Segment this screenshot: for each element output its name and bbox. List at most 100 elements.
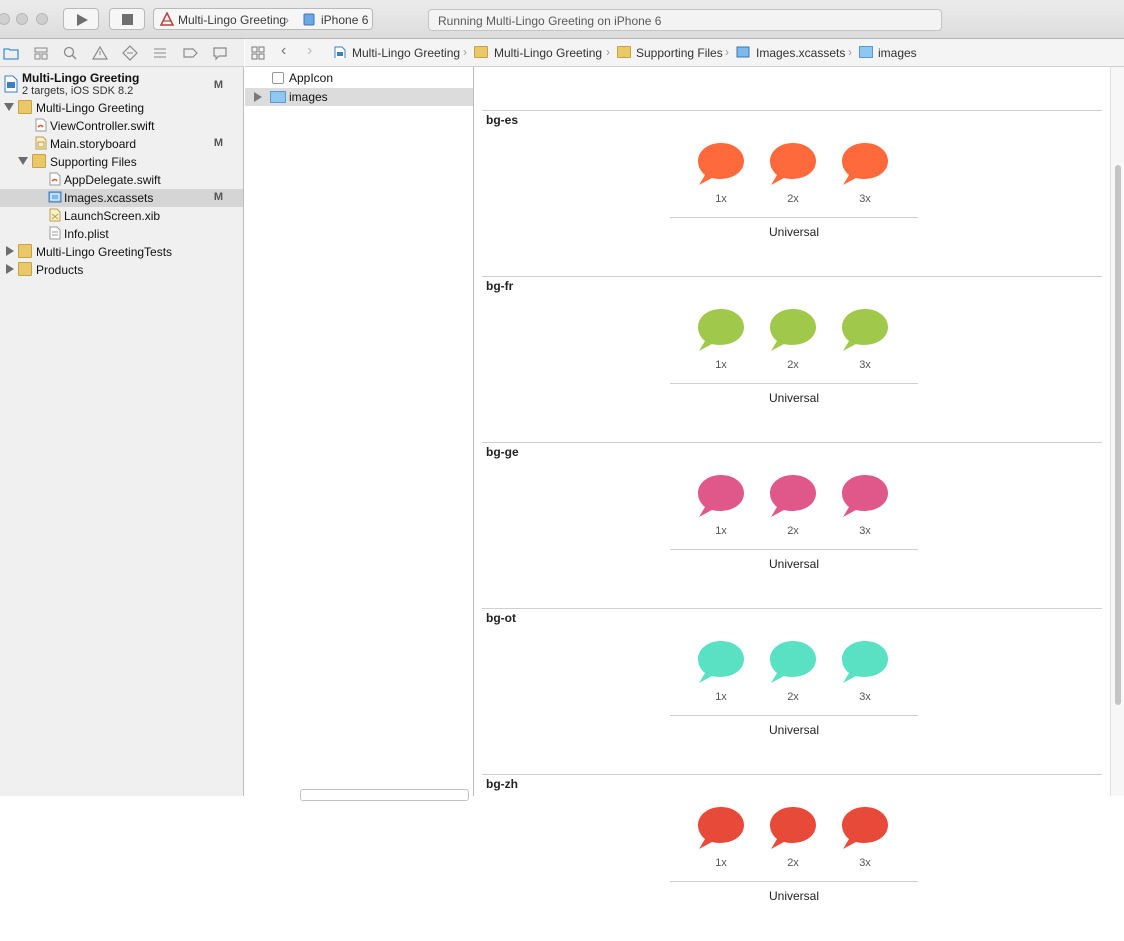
project-file-icon (4, 75, 18, 93)
run-button[interactable] (63, 8, 99, 30)
xib-file-icon (49, 208, 61, 222)
nav-item-main-storyboard[interactable]: Main.storyboard M (0, 135, 243, 153)
asset-item-appicon[interactable]: AppIcon (245, 69, 473, 87)
asset-item-images-folder[interactable]: images (245, 88, 473, 106)
folder-icon (32, 154, 46, 168)
nav-item-label: ViewController.swift (50, 119, 155, 133)
activity-viewer: Running Multi-Lingo Greeting on iPhone 6 (428, 9, 942, 31)
project-subtitle: 2 targets, iOS SDK 8.2 (22, 85, 134, 97)
test-diamond-icon[interactable] (122, 45, 138, 61)
folder-icon (18, 100, 32, 114)
nav-item-group-multi-lingo-greetingtests[interactable]: Multi-Lingo GreetingTests (0, 243, 243, 261)
breadcrumb-images[interactable]: images (878, 46, 917, 60)
filter-field[interactable] (300, 789, 469, 801)
idiom-divider (670, 881, 918, 882)
image-set-bg-ge[interactable]: bg-ge 1x 2x 3x Universal (482, 442, 1102, 609)
breakpoint-icon[interactable] (182, 45, 198, 61)
editor-scrollbar[interactable] (1110, 67, 1124, 796)
speech-bubble-icon (698, 309, 744, 351)
disclosure-closed-icon[interactable] (6, 246, 14, 256)
close-window-button[interactable] (0, 13, 10, 25)
speech-bubble-icon (842, 641, 888, 683)
symbol-navigator-icon[interactable] (33, 45, 49, 61)
scheme-selector[interactable]: Multi-Lingo Greeting › iPhone 6 (153, 8, 373, 30)
speech-bubble-icon (842, 475, 888, 517)
nav-item-images-xcassets[interactable]: Images.xcassets M (0, 189, 243, 207)
scale-label: 3x (859, 193, 871, 205)
folder-icon (18, 244, 32, 258)
disclosure-open-icon[interactable] (18, 157, 28, 165)
nav-item-info-plist[interactable]: Info.plist (0, 225, 243, 243)
forward-arrow-icon[interactable]: › (307, 42, 312, 60)
idiom-divider (670, 217, 918, 218)
asset-catalog-icon (736, 46, 750, 58)
disclosure-closed-icon[interactable] (6, 264, 14, 274)
disclosure-closed-icon[interactable] (254, 92, 262, 102)
project-title: Multi-Lingo Greeting (22, 71, 140, 85)
project-root-item[interactable]: Multi-Lingo Greeting 2 targets, iOS SDK … (0, 71, 243, 99)
idiom-label: Universal (768, 723, 819, 737)
scale-label: 2x (787, 525, 799, 537)
scale-label: 3x (859, 525, 871, 537)
breadcrumb-project[interactable]: Multi-Lingo Greeting (352, 46, 460, 60)
scale-label: 3x (859, 359, 871, 371)
chevron-right-icon: › (848, 45, 852, 59)
nav-item-label: Multi-Lingo GreetingTests (36, 245, 173, 259)
idiom-divider (670, 383, 918, 384)
folder-icon[interactable] (3, 45, 19, 61)
image-set-bg-es[interactable]: bg-es 1x 2x 3x Universal (482, 110, 1102, 277)
nav-item-viewcontroller-swift[interactable]: ViewController.swift (0, 117, 243, 135)
nav-item-launchscreen-xib[interactable]: LaunchScreen.xib (0, 207, 243, 225)
warning-icon[interactable] (92, 45, 108, 61)
related-items-grid-icon[interactable] (251, 46, 265, 60)
folder-icon (617, 46, 631, 58)
breadcrumb-group[interactable]: Multi-Lingo Greeting (494, 46, 602, 60)
scrollbar-thumb[interactable] (1115, 165, 1121, 705)
breadcrumb-supporting-files[interactable]: Supporting Files (636, 46, 723, 60)
device-name: iPhone 6 (321, 13, 369, 27)
idiom-divider (670, 715, 918, 716)
storyboard-file-icon (35, 136, 47, 150)
speech-bubble-icon (698, 641, 744, 683)
folder-blue-icon (270, 91, 286, 103)
nav-item-group-multi-lingo-greeting[interactable]: Multi-Lingo Greeting (0, 99, 243, 117)
disclosure-open-icon[interactable] (4, 103, 14, 111)
speech-bubble-icon (842, 143, 888, 185)
back-arrow-icon[interactable]: ‹ (281, 42, 286, 60)
breadcrumb-images-xcassets[interactable]: Images.xcassets (756, 46, 845, 60)
folder-icon (474, 46, 488, 58)
speech-bubble-icon (842, 309, 888, 351)
image-set-bg-fr[interactable]: bg-fr 1x 2x 3x Universal (482, 276, 1102, 443)
nav-item-label: Info.plist (64, 227, 109, 241)
scale-label: 2x (787, 359, 799, 371)
swift-file-icon (35, 118, 47, 132)
speech-bubble-icon (770, 641, 816, 683)
folder-blue-icon (859, 46, 873, 58)
scheme-name: Multi-Lingo Greeting (178, 13, 287, 27)
modified-badge: M (213, 191, 223, 203)
scale-label: 2x (787, 857, 799, 869)
nav-item-label: Products (36, 263, 84, 277)
scale-label: 1x (715, 525, 727, 537)
debug-list-icon[interactable] (152, 45, 168, 61)
nav-item-group-products[interactable]: Products (0, 261, 243, 279)
image-set-bg-zh[interactable]: bg-zh 1x 2x 3x Universal (482, 774, 1102, 941)
project-file-icon (334, 46, 346, 58)
image-set-name: bg-zh (486, 777, 518, 791)
navigator-selector-bar (0, 39, 244, 67)
idiom-label: Universal (768, 225, 819, 239)
image-set-bg-ot[interactable]: bg-ot 1x 2x 3x Universal (482, 608, 1102, 775)
asset-catalog-icon (48, 191, 62, 203)
scale-label: 1x (715, 193, 727, 205)
nav-item-appdelegate-swift[interactable]: AppDelegate.swift (0, 171, 243, 189)
image-set-name: bg-ot (486, 611, 516, 625)
speech-bubble-icon (698, 143, 744, 185)
search-icon[interactable] (62, 45, 78, 61)
zoom-window-button[interactable] (36, 13, 48, 25)
jump-bar: ‹ › Multi-Lingo Greeting › Multi-Lingo G… (245, 39, 1124, 67)
speech-bubble-icon (770, 475, 816, 517)
report-bubble-icon[interactable] (212, 45, 228, 61)
minimize-window-button[interactable] (16, 13, 28, 25)
nav-item-group-supporting-files[interactable]: Supporting Files (0, 153, 243, 171)
stop-button[interactable] (109, 8, 145, 30)
